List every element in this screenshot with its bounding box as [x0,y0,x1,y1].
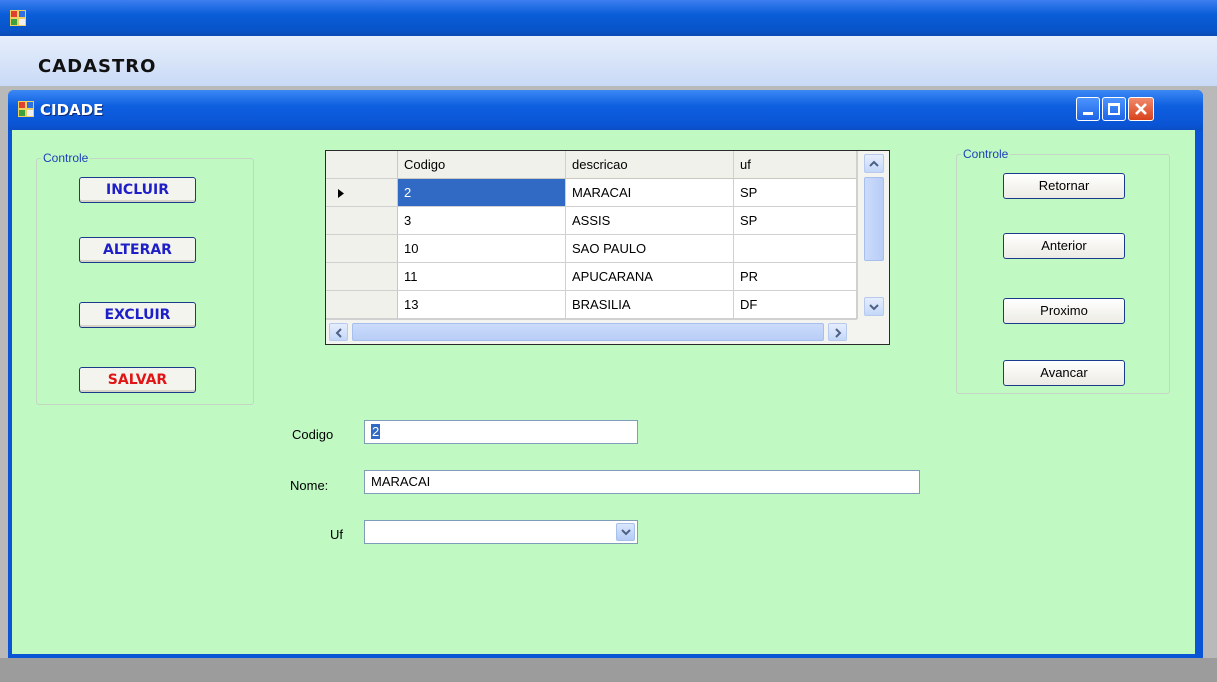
close-button[interactable] [1128,97,1154,121]
salvar-button[interactable]: SALVAR [79,367,196,393]
nome-field[interactable]: MARACAI [364,470,920,494]
table-cell-uf[interactable]: DF [734,291,857,319]
minimize-button[interactable] [1076,97,1100,121]
row-header[interactable] [326,207,398,235]
table-cell-uf[interactable]: PR [734,263,857,291]
row-header[interactable] [326,235,398,263]
uf-label: Uf [330,527,343,542]
menu-cadastro[interactable]: CADASTRO [38,56,156,77]
scroll-right-button[interactable] [828,323,847,341]
uf-select[interactable] [364,520,638,544]
chevron-left-icon [335,328,342,338]
app-icon [10,10,26,26]
window-icon [18,101,34,117]
chevron-down-icon [869,304,879,311]
chevron-down-icon [621,529,631,536]
app-titlebar [0,0,1217,36]
table-cell-codigo[interactable]: 11 [398,263,566,291]
table-cell-uf[interactable]: SP [734,207,857,235]
avancar-button[interactable]: Avancar [1003,360,1125,386]
menu-bar [0,36,1217,86]
current-row-arrow-icon [338,189,344,198]
table-cell-descricao[interactable]: BRASILIA [566,291,734,319]
column-header-descricao[interactable]: descricao [566,151,734,179]
table-cell-codigo[interactable]: 3 [398,207,566,235]
scroll-thumb-horizontal[interactable] [352,323,824,341]
row-header[interactable] [326,263,398,291]
grid-corner-header [326,151,398,179]
row-header-current[interactable] [326,179,398,207]
scroll-up-button[interactable] [864,154,884,173]
left-control-legend: Controle [41,151,91,165]
left-control-group: Controle INCLUIR ALTERAR EXCLUIR SALVAR [36,151,254,405]
excluir-button[interactable]: EXCLUIR [79,302,196,328]
grid-vertical-scrollbar[interactable] [857,151,889,319]
anterior-button[interactable]: Anterior [1003,233,1125,259]
cidades-datagrid[interactable]: Codigo descricao uf 2 MARACAI SP 3 ASSIS… [325,150,890,345]
scroll-left-button[interactable] [329,323,348,341]
uf-dropdown-button[interactable] [616,523,635,541]
scroll-thumb[interactable] [864,177,884,261]
codigo-field[interactable]: 2 [364,420,638,444]
right-control-group: Controle Retornar Anterior Proximo Avanc… [956,147,1170,394]
scroll-down-button[interactable] [864,297,884,316]
codigo-value: 2 [371,424,381,439]
right-control-legend: Controle [961,147,1011,161]
column-header-codigo[interactable]: Codigo [398,151,566,179]
table-cell-codigo[interactable]: 10 [398,235,566,263]
maximize-icon [1108,103,1120,115]
column-header-uf[interactable]: uf [734,151,857,179]
table-cell-codigo[interactable]: 13 [398,291,566,319]
incluir-button[interactable]: INCLUIR [79,177,196,203]
alterar-button[interactable]: ALTERAR [79,237,196,263]
app-status-strip [0,658,1217,682]
row-header[interactable] [326,291,398,319]
table-cell-descricao[interactable]: ASSIS [566,207,734,235]
maximize-button[interactable] [1102,97,1126,121]
grid-horizontal-scrollbar[interactable] [326,319,857,344]
chevron-up-icon [869,160,879,167]
table-cell-uf[interactable]: SP [734,179,857,207]
close-icon [1135,103,1147,115]
table-cell-descricao[interactable]: MARACAI [566,179,734,207]
table-cell-codigo[interactable]: 2 [398,179,566,207]
codigo-label: Codigo [292,427,334,442]
table-cell-descricao[interactable]: SAO PAULO [566,235,734,263]
minimize-icon [1083,112,1093,115]
retornar-button[interactable]: Retornar [1003,173,1125,199]
table-cell-descricao[interactable]: APUCARANA [566,263,734,291]
nome-label: Nome: [290,478,329,493]
proximo-button[interactable]: Proximo [1003,298,1125,324]
window-title: CIDADE [40,101,104,119]
chevron-right-icon [835,328,842,338]
window-titlebar[interactable]: CIDADE [8,90,1203,130]
table-cell-uf[interactable] [734,235,857,263]
scrollbar-corner [857,319,889,344]
